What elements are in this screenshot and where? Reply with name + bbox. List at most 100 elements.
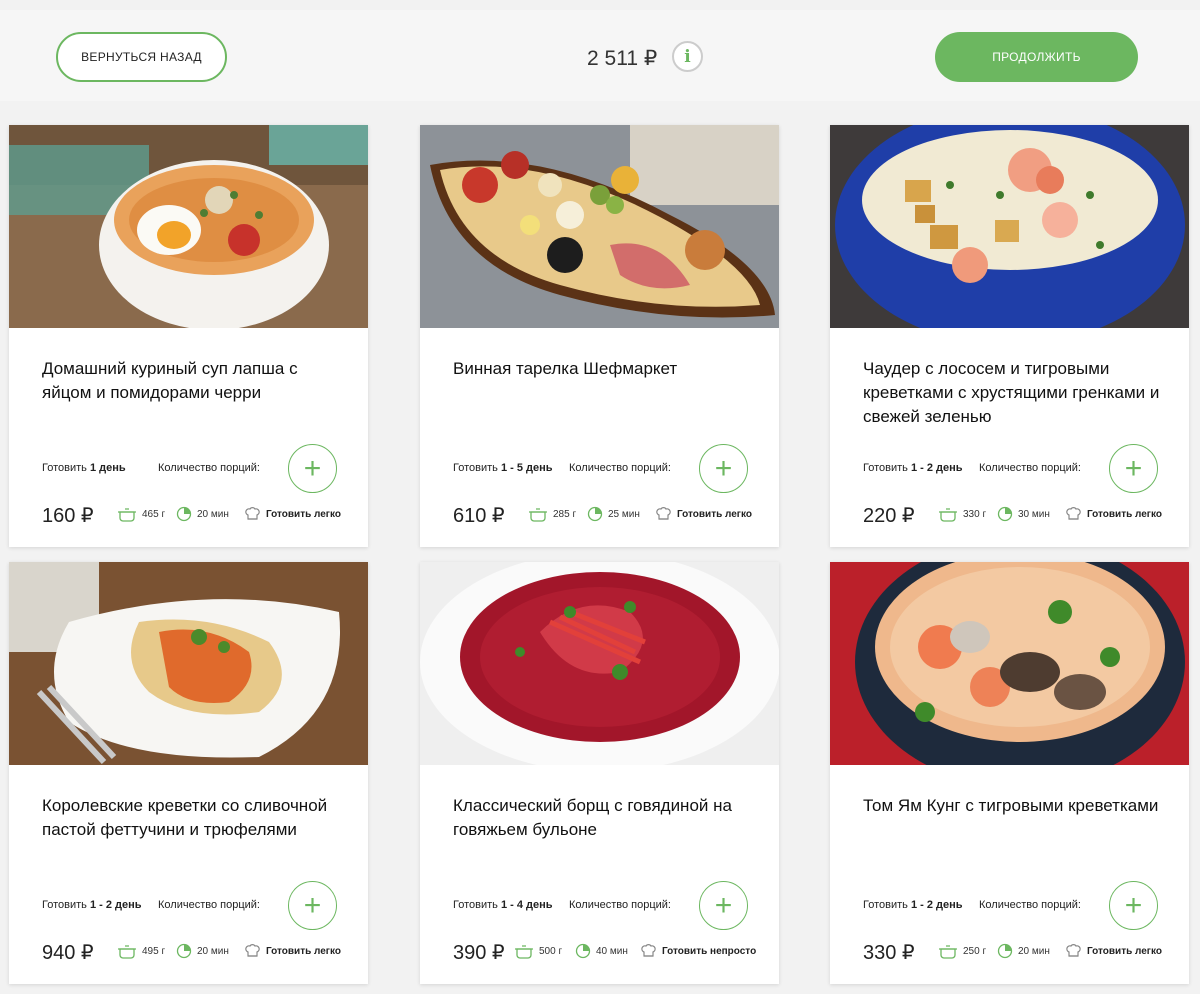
time-value: 30 мин	[1018, 508, 1050, 520]
portions-label: Количество порций:	[569, 462, 671, 474]
time: 20 мин	[997, 943, 1050, 959]
price: 330 ₽	[863, 942, 915, 964]
recipe-title[interactable]: Классический борщ с говядиной на говяжье…	[453, 794, 753, 842]
chef-hat-icon	[1066, 507, 1081, 520]
portions-label: Количество порций:	[979, 462, 1081, 474]
recipe-title[interactable]: Винная тарелка Шефмаркет	[453, 357, 753, 381]
cook-days: 1 - 2 день	[910, 462, 963, 474]
pot-icon	[939, 508, 957, 522]
recipe-photo	[830, 125, 1189, 328]
chef-hat-icon	[1066, 944, 1081, 957]
top-bar: ВЕРНУТЬСЯ НАЗАД 2 511 ₽ i ПРОДОЛЖИТЬ	[0, 10, 1200, 101]
recipe-title[interactable]: Том Ям Кунг с тигровыми креветками	[863, 794, 1163, 818]
difficulty-value: Готовить легко	[677, 508, 752, 520]
chef-hat-icon	[245, 507, 260, 520]
cook-time: Готовить 1 - 2 день	[42, 899, 142, 911]
cook-days: 1 - 2 день	[89, 899, 142, 911]
recipe-photo	[830, 562, 1189, 765]
pot-icon	[118, 508, 136, 522]
add-portion-button[interactable]: +	[699, 881, 748, 930]
cook-prefix: Готовить	[863, 899, 908, 911]
pot-icon	[515, 945, 533, 959]
difficulty-value: Готовить непросто	[662, 945, 757, 957]
recipe-card: Винная тарелка Шефмаркет Готовить 1 - 5 …	[420, 125, 779, 547]
chef-hat-icon	[656, 507, 671, 520]
portions-label: Количество порций:	[979, 899, 1081, 911]
recipe-photo	[420, 562, 779, 765]
weight-value: 465 г	[142, 508, 166, 520]
time-value: 40 мин	[596, 945, 628, 957]
recipe-title[interactable]: Королевские креветки со сливочной пастой…	[42, 794, 342, 842]
portions-label: Количество порций:	[158, 899, 260, 911]
recipe-photo	[9, 562, 368, 765]
price: 390 ₽	[453, 942, 505, 964]
weight: 285 г	[528, 506, 576, 522]
weight: 495 г	[117, 943, 165, 959]
time: 20 мин	[176, 506, 229, 522]
pot-icon	[529, 508, 547, 522]
recipe-title[interactable]: Чаудер с лососем и тигровыми креветками …	[863, 357, 1163, 429]
cook-days: 1 - 5 день	[500, 462, 553, 474]
cook-prefix: Готовить	[42, 899, 87, 911]
price: 160 ₽	[42, 505, 94, 527]
cook-time: Готовить 1 - 2 день	[863, 899, 963, 911]
clock-icon	[176, 943, 192, 959]
time: 30 мин	[997, 506, 1050, 522]
info-icon[interactable]: i	[672, 41, 703, 72]
chef-hat-icon	[245, 944, 260, 957]
cook-prefix: Готовить	[453, 462, 498, 474]
pot-icon	[118, 945, 136, 959]
weight-value: 250 г	[963, 945, 987, 957]
clock-icon	[176, 506, 192, 522]
price: 220 ₽	[863, 505, 915, 527]
cook-time: Готовить 1 - 5 день	[453, 462, 553, 474]
order-total: 2 511 ₽	[587, 47, 658, 70]
clock-icon	[997, 506, 1013, 522]
difficulty: Готовить легко	[654, 506, 752, 522]
weight-value: 500 г	[539, 945, 563, 957]
add-portion-button[interactable]: +	[699, 444, 748, 493]
recipe-card: Королевские креветки со сливочной пастой…	[9, 562, 368, 984]
difficulty-value: Готовить легко	[266, 945, 341, 957]
difficulty-value: Готовить легко	[1087, 945, 1162, 957]
continue-button[interactable]: ПРОДОЛЖИТЬ	[935, 32, 1138, 82]
weight: 500 г	[514, 943, 562, 959]
difficulty: Готовить легко	[243, 943, 341, 959]
weight-value: 285 г	[553, 508, 577, 520]
time-value: 25 мин	[608, 508, 640, 520]
clock-icon	[997, 943, 1013, 959]
cook-days: 1 - 2 день	[910, 899, 963, 911]
add-portion-button[interactable]: +	[1109, 444, 1158, 493]
recipe-card: Чаудер с лососем и тигровыми креветками …	[830, 125, 1189, 547]
price: 610 ₽	[453, 505, 505, 527]
back-button[interactable]: ВЕРНУТЬСЯ НАЗАД	[56, 32, 227, 82]
difficulty: Готовить легко	[1064, 506, 1162, 522]
difficulty: Готовить легко	[1064, 943, 1162, 959]
recipe-card: Домашний куриный суп лапша с яйцом и пом…	[9, 125, 368, 547]
time: 20 мин	[176, 943, 229, 959]
cook-days: 1 день	[89, 462, 126, 474]
recipe-card: Том Ям Кунг с тигровыми креветками Готов…	[830, 562, 1189, 984]
cook-days: 1 - 4 день	[500, 899, 553, 911]
clock-icon	[575, 943, 591, 959]
cook-time: Готовить 1 - 4 день	[453, 899, 553, 911]
weight: 250 г	[938, 943, 986, 959]
time-value: 20 мин	[197, 945, 229, 957]
add-portion-button[interactable]: +	[1109, 881, 1158, 930]
time-value: 20 мин	[1018, 945, 1050, 957]
weight: 330 г	[938, 506, 986, 522]
difficulty-value: Готовить легко	[1087, 508, 1162, 520]
cook-prefix: Готовить	[863, 462, 908, 474]
cook-time: Готовить 1 - 2 день	[863, 462, 963, 474]
add-portion-button[interactable]: +	[288, 881, 337, 930]
recipe-title[interactable]: Домашний куриный суп лапша с яйцом и пом…	[42, 357, 342, 405]
recipe-photo	[9, 125, 368, 328]
recipe-photo	[420, 125, 779, 328]
time: 25 мин	[587, 506, 640, 522]
difficulty-value: Готовить легко	[266, 508, 341, 520]
add-portion-button[interactable]: +	[288, 444, 337, 493]
difficulty: Готовить непросто	[639, 943, 756, 959]
recipe-card: Классический борщ с говядиной на говяжье…	[420, 562, 779, 984]
chef-hat-icon	[641, 944, 656, 957]
time-value: 20 мин	[197, 508, 229, 520]
